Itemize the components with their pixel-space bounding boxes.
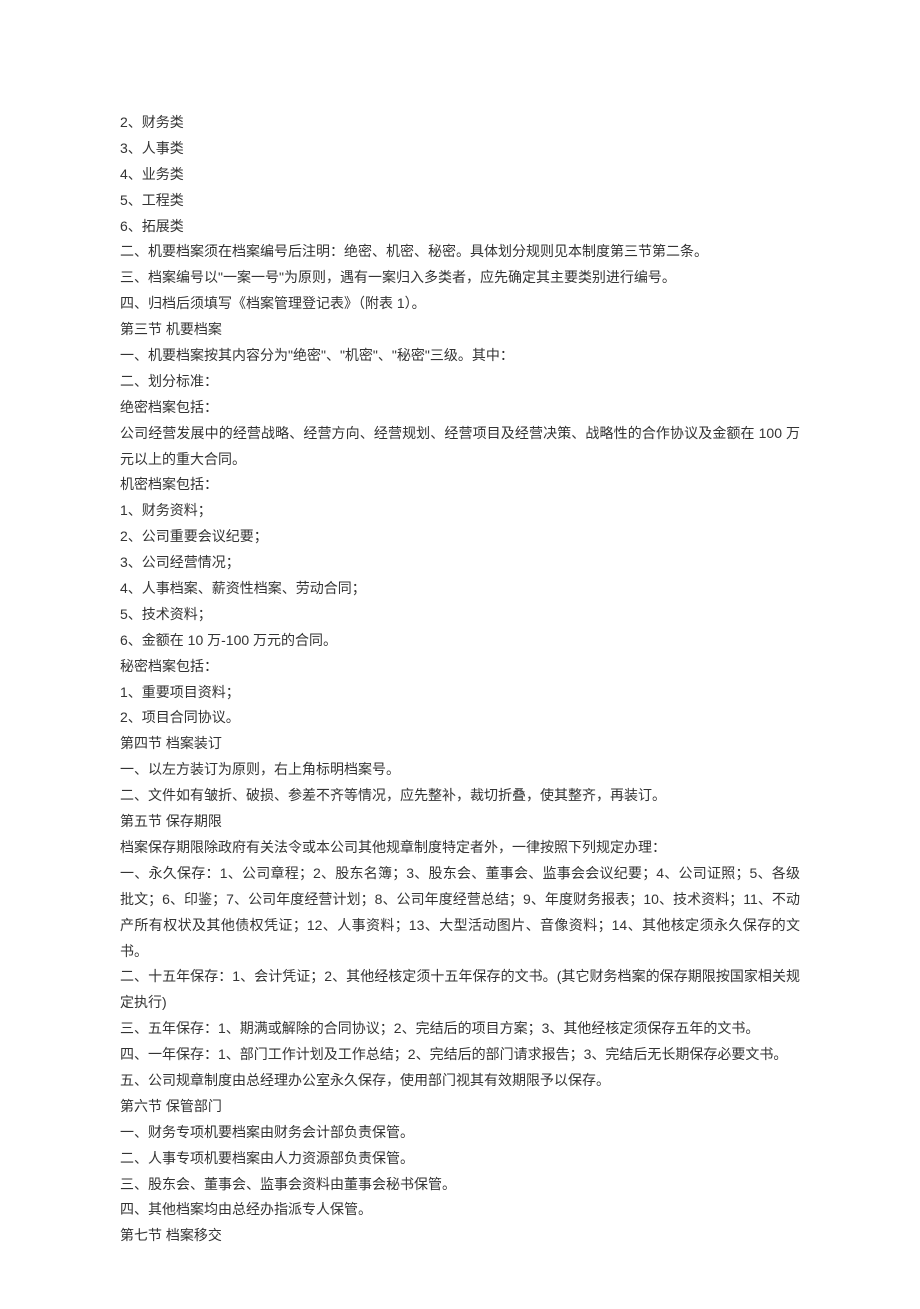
paragraph: 1、财务资料； [120,498,800,524]
paragraph: 2、公司重要会议纪要； [120,524,800,550]
paragraph: 2、财务类 [120,110,800,136]
paragraph: 四、一年保存：1、部门工作计划及工作总结；2、完结后的部门请求报告；3、完结后无… [120,1042,800,1068]
paragraph: 第六节 保管部门 [120,1094,800,1120]
paragraph: 3、公司经营情况； [120,550,800,576]
paragraph: 3、人事类 [120,136,800,162]
paragraph: 公司经营发展中的经营战略、经营方向、经营规划、经营项目及经营决策、战略性的合作协… [120,421,800,473]
paragraph: 6、拓展类 [120,214,800,240]
paragraph: 6、金额在 10 万-100 万元的合同。 [120,628,800,654]
paragraph: 第七节 档案移交 [120,1223,800,1249]
paragraph: 二、十五年保存：1、会计凭证；2、其他经核定须十五年保存的文书。(其它财务档案的… [120,964,800,1016]
paragraph: 二、机要档案须在档案编号后注明：绝密、机密、秘密。具体划分规则见本制度第三节第二… [120,239,800,265]
paragraph: 二、人事专项机要档案由人力资源部负责保管。 [120,1146,800,1172]
paragraph: 一、以左方装订为原则，右上角标明档案号。 [120,757,800,783]
paragraph: 秘密档案包括： [120,654,800,680]
paragraph: 绝密档案包括： [120,395,800,421]
paragraph: 1、重要项目资料； [120,680,800,706]
paragraph: 4、人事档案、薪资性档案、劳动合同； [120,576,800,602]
paragraph: 5、工程类 [120,188,800,214]
paragraph: 4、业务类 [120,162,800,188]
paragraph: 5、技术资料； [120,602,800,628]
document-body: 2、财务类 3、人事类 4、业务类 5、工程类 6、拓展类 二、机要档案须在档案… [120,110,800,1249]
paragraph: 第四节 档案装订 [120,731,800,757]
paragraph: 一、永久保存：1、公司章程；2、股东名簿；3、股东会、董事会、监事会会议纪要；4… [120,861,800,965]
paragraph: 档案保存期限除政府有关法令或本公司其他规章制度特定者外，一律按照下列规定办理： [120,835,800,861]
paragraph: 一、财务专项机要档案由财务会计部负责保管。 [120,1120,800,1146]
paragraph: 第三节 机要档案 [120,317,800,343]
paragraph: 三、股东会、董事会、监事会资料由董事会秘书保管。 [120,1172,800,1198]
paragraph: 机密档案包括： [120,472,800,498]
paragraph: 二、文件如有皱折、破损、参差不齐等情况，应先整补，裁切折叠，使其整齐，再装订。 [120,783,800,809]
paragraph: 第五节 保存期限 [120,809,800,835]
paragraph: 四、其他档案均由总经办指派专人保管。 [120,1197,800,1223]
paragraph: 二、划分标准： [120,369,800,395]
paragraph: 三、五年保存：1、期满或解除的合同协议；2、完结后的项目方案；3、其他经核定须保… [120,1016,800,1042]
paragraph: 一、机要档案按其内容分为"绝密"、"机密"、"秘密"三级。其中： [120,343,800,369]
paragraph: 四、归档后须填写《档案管理登记表》（附表 1）。 [120,291,800,317]
paragraph: 2、项目合同协议。 [120,705,800,731]
paragraph: 五、公司规章制度由总经理办公室永久保存，使用部门视其有效期限予以保存。 [120,1068,800,1094]
paragraph: 三、档案编号以"一案一号"为原则，遇有一案归入多类者，应先确定其主要类别进行编号… [120,265,800,291]
